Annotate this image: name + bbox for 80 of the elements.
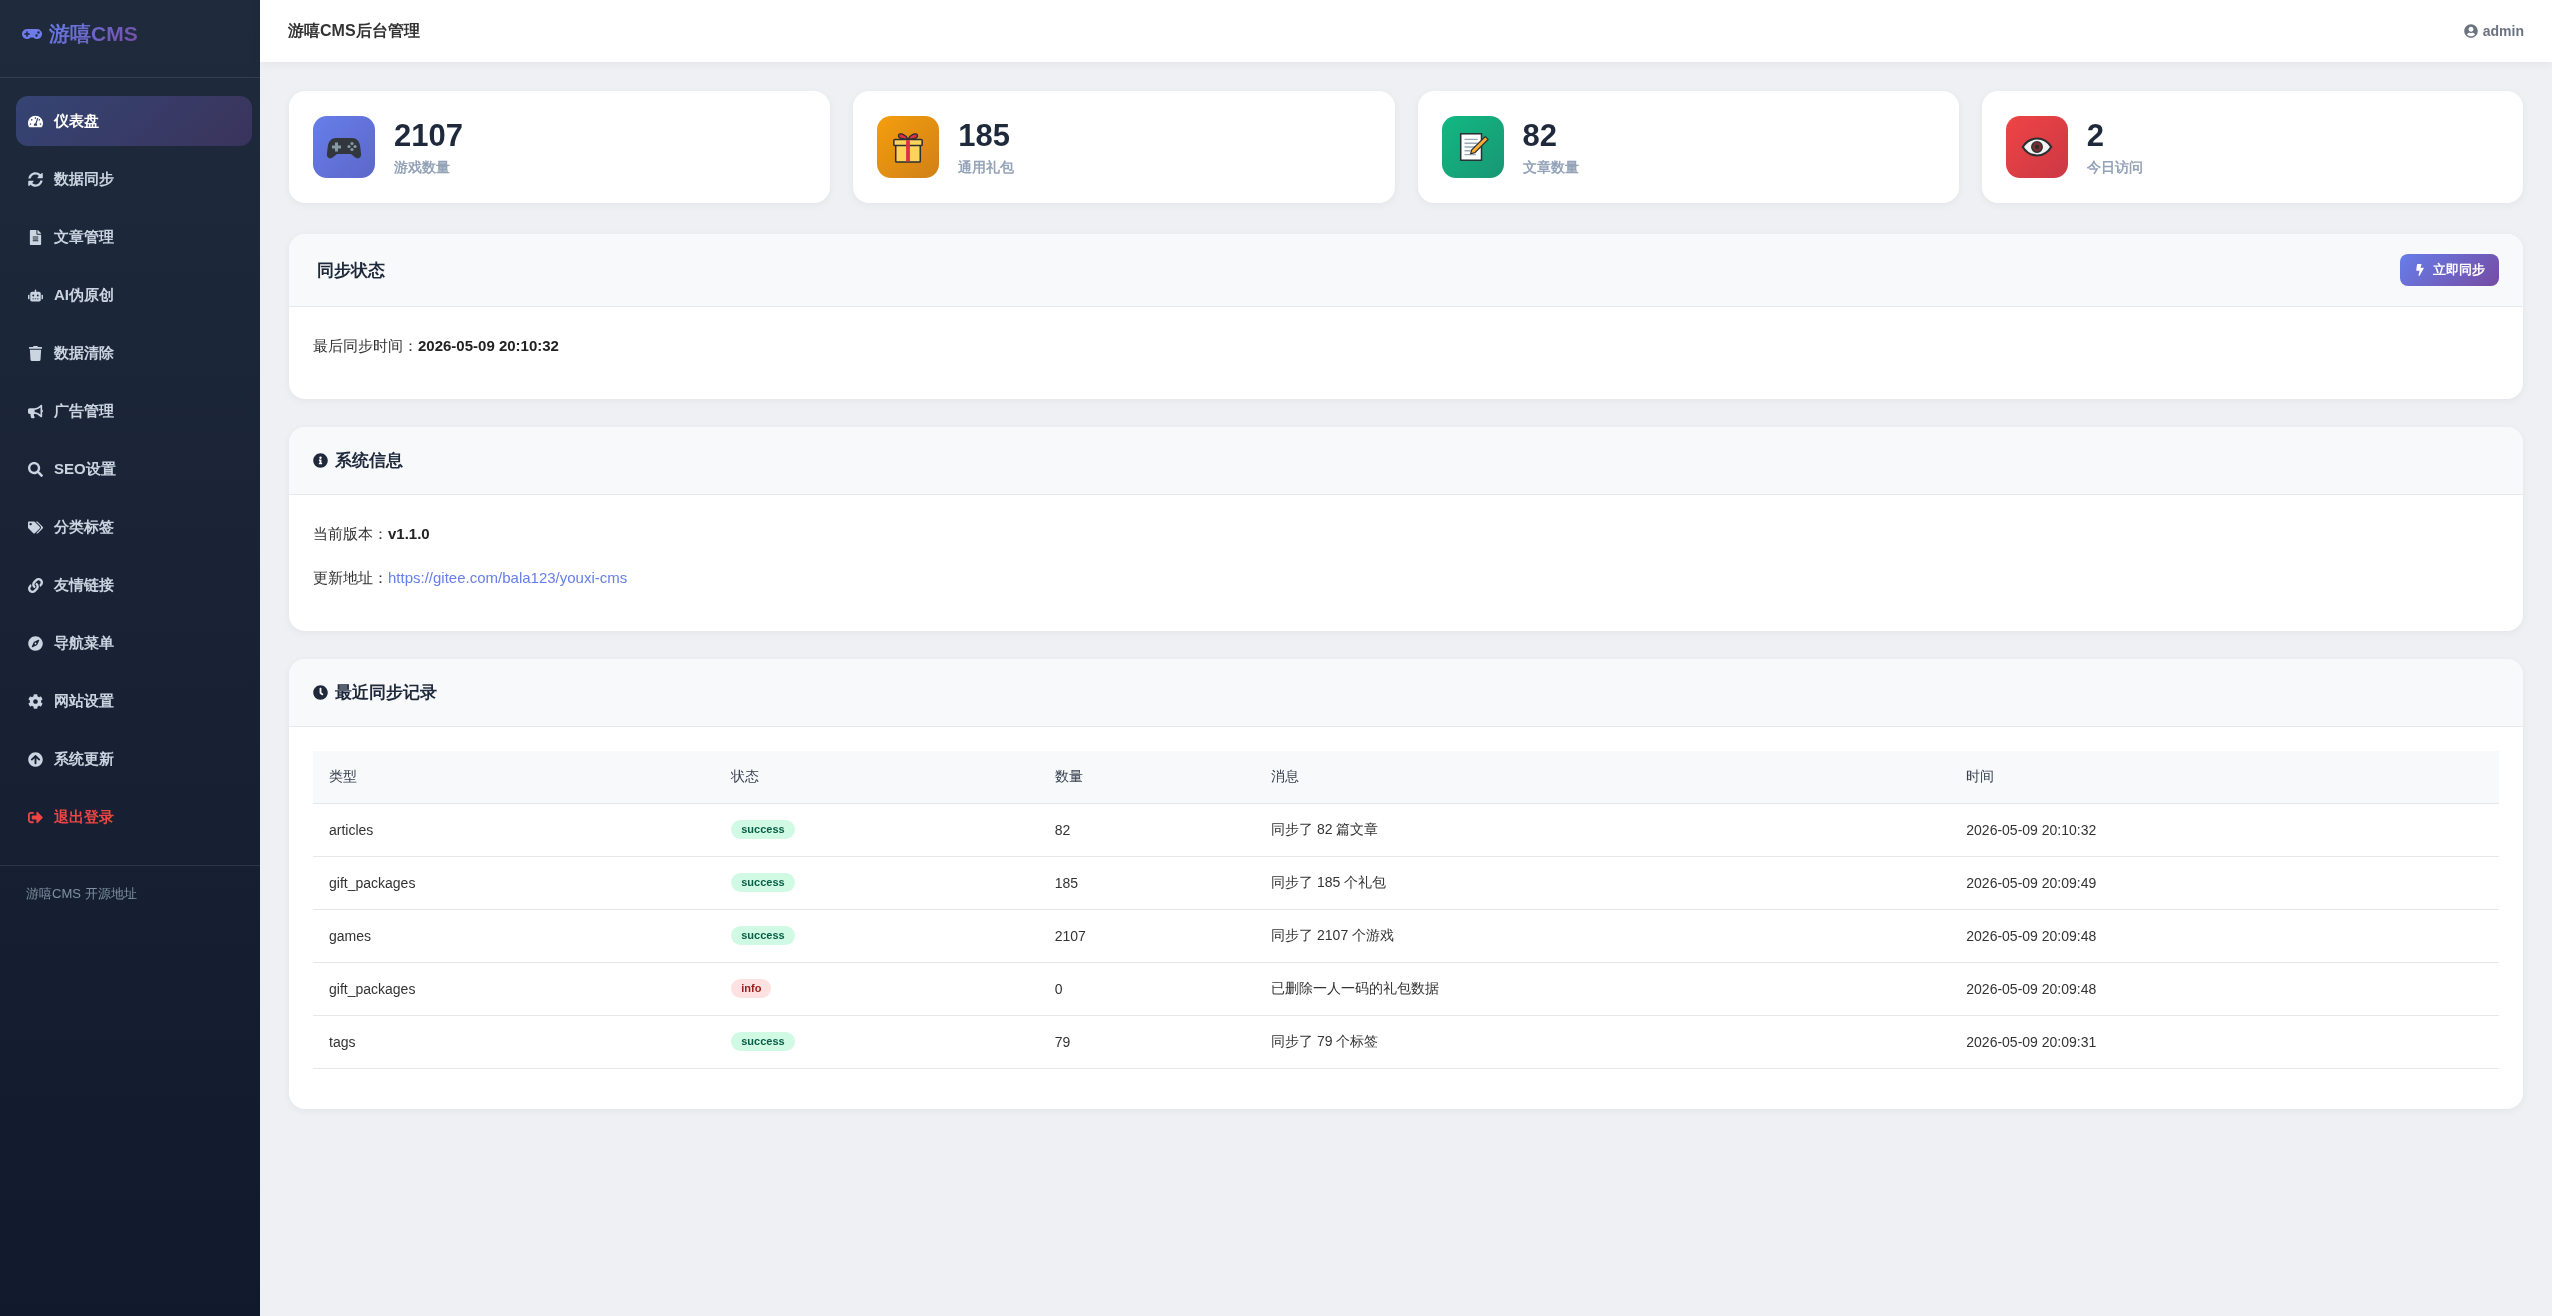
stat-value: 185 [958,117,1011,154]
table-cell: gift_packages [313,856,716,909]
table-header-cell: 消息 [1255,751,1951,803]
table-cell: 同步了 2107 个游戏 [1255,909,1951,962]
table-cell: 2026-05-09 20:09:49 [1950,856,2499,909]
stat-value: 2 [2086,117,2105,154]
table-cell: 79 [1038,1015,1256,1068]
status-badge: info [731,979,772,998]
stat-value: 82 [1522,117,1558,154]
update-url-label: 更新地址： [313,568,388,588]
stat-value: 2107 [394,117,463,154]
table-header-cell: 状态 [715,751,1039,803]
nav-item[interactable]: 退出登录 [16,792,252,842]
table-cell: 同步了 79 个标签 [1255,1015,1951,1068]
tags-icon [28,519,43,535]
table-cell: 同步了 185 个礼包 [1255,856,1951,909]
table-cell: tags [313,1015,716,1068]
info-icon [313,453,328,468]
status-badge: success [731,926,795,945]
nav-item[interactable]: SEO设置 [16,444,252,494]
table-cell: 2026-05-09 20:09:48 [1950,909,2499,962]
nav-item[interactable]: 导航菜单 [16,618,252,668]
last-sync-time: 2026-05-09 20:10:32 [418,336,559,356]
table-header-cell: 类型 [313,751,716,803]
table-cell: games [313,909,716,962]
lightning-icon [2414,264,2426,276]
footer-link[interactable]: 游嘻CMS 开源地址 [26,886,137,901]
gauge-icon [28,113,43,129]
nav-item[interactable]: 广告管理 [16,386,252,436]
refresh-icon [28,171,43,187]
username: admin [2482,23,2524,39]
table-cell: 2107 [1038,909,1256,962]
document-icon [28,229,43,245]
settings-icon [28,693,43,709]
version-value: v1.1.0 [388,524,430,544]
search-icon [28,461,43,477]
table-header-cell: 时间 [1950,751,2499,803]
nav-item[interactable]: 分类标签 [16,502,252,552]
card-title: 最近同步记录 [335,682,437,704]
table-cell: 185 [1038,856,1256,909]
status-badge: success [731,1032,795,1051]
table-header-cell: 数量 [1038,751,1256,803]
nav-item[interactable]: AI伪原创 [16,270,252,320]
status-badge: success [731,873,795,892]
clock-icon [313,685,328,700]
nav-item[interactable]: 数据清除 [16,328,252,378]
logout-icon [28,809,43,825]
nav-item[interactable]: 系统更新 [16,734,252,784]
table-cell: gift_packages [313,962,716,1015]
megaphone-icon [28,403,43,419]
page-title: 游嘻CMS后台管理 [288,20,420,41]
status-badge: success [731,820,795,839]
card-title: 同步状态 [317,259,385,282]
stat-label: 今日访问 [2086,157,2143,177]
sync-now-button[interactable]: 立即同步 [2400,254,2499,286]
update-url-link[interactable]: https://gitee.com/bala123/youxi-cms [388,563,628,593]
nav-item[interactable]: 友情链接 [16,560,252,610]
table-cell: 2026-05-09 20:09:31 [1950,1015,2499,1068]
stat-label: 通用礼包 [958,157,1015,177]
user-avatar-icon [2463,24,2478,38]
compass-icon [28,635,43,651]
nav-item[interactable]: 网站设置 [16,676,252,726]
version-label: 当前版本： [313,524,388,544]
stat-label: 游戏数量 [394,157,451,177]
table-cell: 0 [1038,962,1256,1015]
table-cell: 已删除一人一码的礼包数据 [1255,962,1951,1015]
table-cell: 2026-05-09 20:09:48 [1950,962,2499,1015]
last-sync-label: 最后同步时间： [313,336,418,356]
nav-item[interactable]: 数据同步 [16,154,252,204]
table-cell: 82 [1038,803,1256,856]
table-cell: 同步了 82 篇文章 [1255,803,1951,856]
link-icon [28,577,43,593]
card-title: 系统信息 [335,450,403,472]
nav-item[interactable]: 仪表盘 [16,96,252,146]
table-cell: articles [313,803,716,856]
trash-icon [28,345,43,361]
stat-label: 文章数量 [1522,157,1579,177]
nav-item[interactable]: 文章管理 [16,212,252,262]
table-cell: 2026-05-09 20:10:32 [1950,803,2499,856]
robot-icon [28,287,43,303]
